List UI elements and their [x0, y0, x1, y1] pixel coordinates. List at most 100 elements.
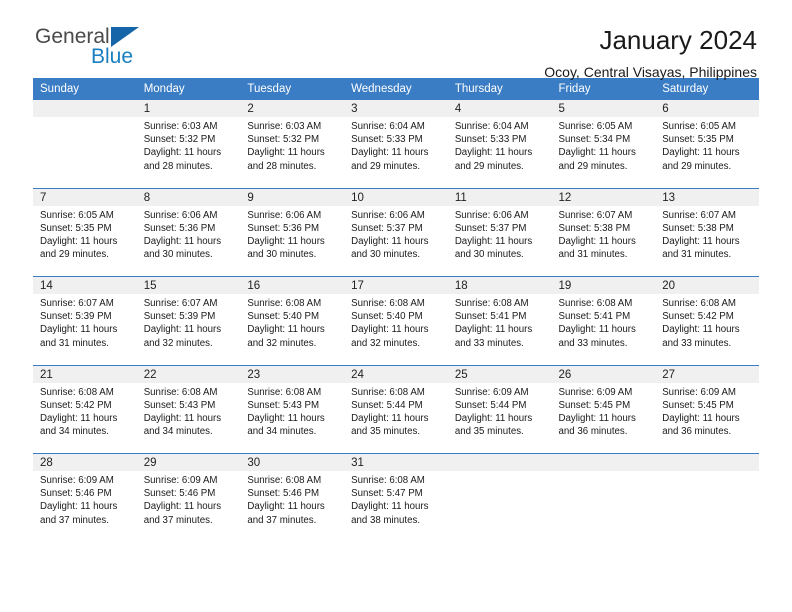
- day-cell[interactable]: Sunrise: 6:08 AM Sunset: 5:41 PM Daylight:…: [551, 294, 656, 365]
- day-daylight2-text: and 37 minutes.: [247, 514, 317, 526]
- day-sunset-text: Sunset: 5:38 PM: [662, 222, 734, 234]
- day-number[interactable]: 30: [240, 453, 345, 471]
- day-cell[interactable]: Sunrise: 6:08 AM Sunset: 5:40 PM Daylight:…: [240, 294, 345, 365]
- day-number[interactable]: 3: [344, 100, 448, 117]
- day-cell[interactable]: Sunrise: 6:03 AM Sunset: 5:32 PM Daylight:…: [136, 117, 241, 188]
- day-number[interactable]: 13: [655, 187, 759, 206]
- week-daynumber-row: 21 22 23 24 25 26 27: [33, 364, 759, 383]
- day-number[interactable]: 4: [447, 100, 552, 117]
- day-cell[interactable]: Sunrise: 6:09 AM Sunset: 5:46 PM Daylight:…: [136, 471, 241, 542]
- day-cell[interactable]: Sunrise: 6:06 AM Sunset: 5:36 PM Daylight:…: [136, 205, 241, 277]
- day-sunrise-text: Sunrise: 6:09 AM: [454, 386, 529, 398]
- day-cell[interactable]: Sunrise: 6:08 AM Sunset: 5:43 PM Daylight:…: [240, 382, 345, 454]
- day-cell[interactable]: Sunrise: 6:05 AM Sunset: 5:34 PM Daylight:…: [551, 117, 656, 188]
- day-daylight1-text: Daylight: 11 hours: [558, 235, 636, 247]
- day-number[interactable]: 22: [136, 364, 241, 383]
- day-number[interactable]: 28: [33, 453, 137, 471]
- day-cell-empty: [33, 117, 137, 188]
- day-number-empty: [33, 100, 137, 117]
- weekday-header-wednesday: Wednesday: [344, 78, 448, 100]
- day-number[interactable]: 9: [240, 187, 345, 206]
- day-daylight1-text: Daylight: 11 hours: [351, 324, 429, 336]
- day-daylight2-text: and 32 minutes.: [143, 337, 213, 349]
- day-cell[interactable]: Sunrise: 6:08 AM Sunset: 5:44 PM Daylight:…: [344, 382, 448, 454]
- day-cell[interactable]: Sunrise: 6:08 AM Sunset: 5:46 PM Daylight:…: [240, 471, 345, 542]
- day-sunset-text: Sunset: 5:40 PM: [351, 311, 423, 323]
- day-sunset-text: Sunset: 5:42 PM: [662, 311, 734, 323]
- day-number[interactable]: 2: [240, 100, 345, 117]
- day-sunset-text: Sunset: 5:33 PM: [351, 134, 423, 146]
- day-cell[interactable]: Sunrise: 6:06 AM Sunset: 5:37 PM Daylight:…: [447, 205, 552, 277]
- day-number[interactable]: 21: [33, 364, 137, 383]
- day-sunrise-text: Sunrise: 6:06 AM: [351, 209, 425, 221]
- day-cell[interactable]: Sunrise: 6:08 AM Sunset: 5:42 PM Daylight:…: [33, 382, 137, 454]
- day-daylight1-text: Daylight: 11 hours: [558, 412, 636, 424]
- day-number[interactable]: 27: [655, 364, 759, 383]
- day-sunset-text: Sunset: 5:33 PM: [454, 134, 527, 146]
- day-daylight1-text: Daylight: 11 hours: [40, 501, 118, 513]
- day-sunrise-text: Sunrise: 6:09 AM: [143, 475, 218, 486]
- day-sunset-text: Sunset: 5:46 PM: [40, 488, 112, 500]
- day-sunset-text: Sunset: 5:34 PM: [558, 134, 631, 146]
- day-number[interactable]: 17: [344, 276, 448, 294]
- day-number[interactable]: 31: [344, 453, 448, 471]
- day-number[interactable]: 14: [33, 276, 137, 294]
- day-cell[interactable]: Sunrise: 6:09 AM Sunset: 5:44 PM Daylight:…: [447, 382, 552, 454]
- day-number[interactable]: 15: [136, 276, 241, 294]
- day-daylight1-text: Daylight: 11 hours: [247, 324, 325, 336]
- day-number[interactable]: 8: [136, 187, 241, 206]
- day-sunset-text: Sunset: 5:47 PM: [351, 488, 423, 500]
- day-number[interactable]: 5: [551, 100, 656, 117]
- day-sunrise-text: Sunrise: 6:09 AM: [40, 475, 114, 486]
- day-number[interactable]: 19: [551, 276, 656, 294]
- day-number-empty: [655, 453, 759, 471]
- day-cell[interactable]: Sunrise: 6:08 AM Sunset: 5:43 PM Daylight:…: [136, 382, 241, 454]
- day-number[interactable]: 6: [655, 100, 759, 117]
- day-daylight2-text: and 31 minutes.: [558, 249, 628, 261]
- day-number[interactable]: 16: [240, 276, 345, 294]
- day-cell[interactable]: Sunrise: 6:03 AM Sunset: 5:32 PM Daylight:…: [240, 117, 345, 188]
- day-daylight2-text: and 35 minutes.: [454, 426, 524, 438]
- day-number[interactable]: 11: [447, 187, 552, 206]
- day-cell[interactable]: Sunrise: 6:09 AM Sunset: 5:46 PM Daylight:…: [33, 471, 137, 542]
- day-cell[interactable]: Sunrise: 6:04 AM Sunset: 5:33 PM Daylight:…: [447, 117, 552, 188]
- day-cell[interactable]: Sunrise: 6:09 AM Sunset: 5:45 PM Daylight:…: [551, 382, 656, 454]
- day-sunrise-text: Sunrise: 6:04 AM: [351, 121, 425, 132]
- day-number[interactable]: 29: [136, 453, 241, 471]
- day-cell[interactable]: Sunrise: 6:06 AM Sunset: 5:37 PM Daylight:…: [344, 205, 448, 277]
- generalblue-logo: General Blue: [35, 25, 215, 77]
- day-cell[interactable]: Sunrise: 6:08 AM Sunset: 5:40 PM Daylight:…: [344, 294, 448, 365]
- day-number[interactable]: 26: [551, 364, 656, 383]
- day-number[interactable]: 25: [447, 364, 552, 383]
- day-cell[interactable]: Sunrise: 6:07 AM Sunset: 5:38 PM Daylight:…: [551, 205, 656, 277]
- day-daylight1-text: Daylight: 11 hours: [40, 235, 118, 247]
- day-sunset-text: Sunset: 5:43 PM: [247, 399, 320, 411]
- day-number[interactable]: 12: [551, 187, 656, 206]
- day-cell[interactable]: Sunrise: 6:09 AM Sunset: 5:45 PM Daylight:…: [655, 382, 759, 454]
- week-detail-row: Sunrise: 6:05 AM Sunset: 5:35 PM Daylight:…: [33, 205, 759, 277]
- day-number[interactable]: 7: [33, 187, 137, 206]
- day-cell[interactable]: Sunrise: 6:08 AM Sunset: 5:41 PM Daylight:…: [447, 294, 552, 365]
- calendar-body: 1 2 3 4 5 6 Sunrise: 6:03 AM Sunset: 5:32 PM Day…: [33, 100, 759, 542]
- day-cell[interactable]: Sunrise: 6:08 AM Sunset: 5:42 PM Daylight:…: [655, 294, 759, 365]
- day-number[interactable]: 1: [136, 100, 241, 117]
- day-cell[interactable]: Sunrise: 6:05 AM Sunset: 5:35 PM Daylight:…: [33, 205, 137, 277]
- day-cell[interactable]: Sunrise: 6:07 AM Sunset: 5:39 PM Daylight:…: [33, 294, 137, 365]
- day-daylight1-text: Daylight: 11 hours: [454, 412, 533, 424]
- day-cell[interactable]: Sunrise: 6:05 AM Sunset: 5:35 PM Daylight:…: [655, 117, 759, 188]
- day-number[interactable]: 10: [344, 187, 448, 206]
- day-number[interactable]: 18: [447, 276, 552, 294]
- day-cell[interactable]: Sunrise: 6:06 AM Sunset: 5:36 PM Daylight:…: [240, 205, 345, 277]
- day-daylight2-text: and 36 minutes.: [558, 426, 628, 438]
- day-sunrise-text: Sunrise: 6:08 AM: [558, 298, 633, 309]
- day-number[interactable]: 24: [344, 364, 448, 383]
- day-daylight2-text: and 31 minutes.: [40, 337, 109, 349]
- day-cell[interactable]: Sunrise: 6:07 AM Sunset: 5:38 PM Daylight:…: [655, 205, 759, 277]
- day-daylight1-text: Daylight: 11 hours: [662, 412, 740, 424]
- day-number[interactable]: 20: [655, 276, 759, 294]
- day-cell[interactable]: Sunrise: 6:07 AM Sunset: 5:39 PM Daylight:…: [136, 294, 241, 365]
- day-cell[interactable]: Sunrise: 6:04 AM Sunset: 5:33 PM Daylight:…: [344, 117, 448, 188]
- day-sunset-text: Sunset: 5:40 PM: [247, 311, 320, 323]
- day-cell[interactable]: Sunrise: 6:08 AM Sunset: 5:47 PM Daylight:…: [344, 471, 448, 542]
- day-number[interactable]: 23: [240, 364, 345, 383]
